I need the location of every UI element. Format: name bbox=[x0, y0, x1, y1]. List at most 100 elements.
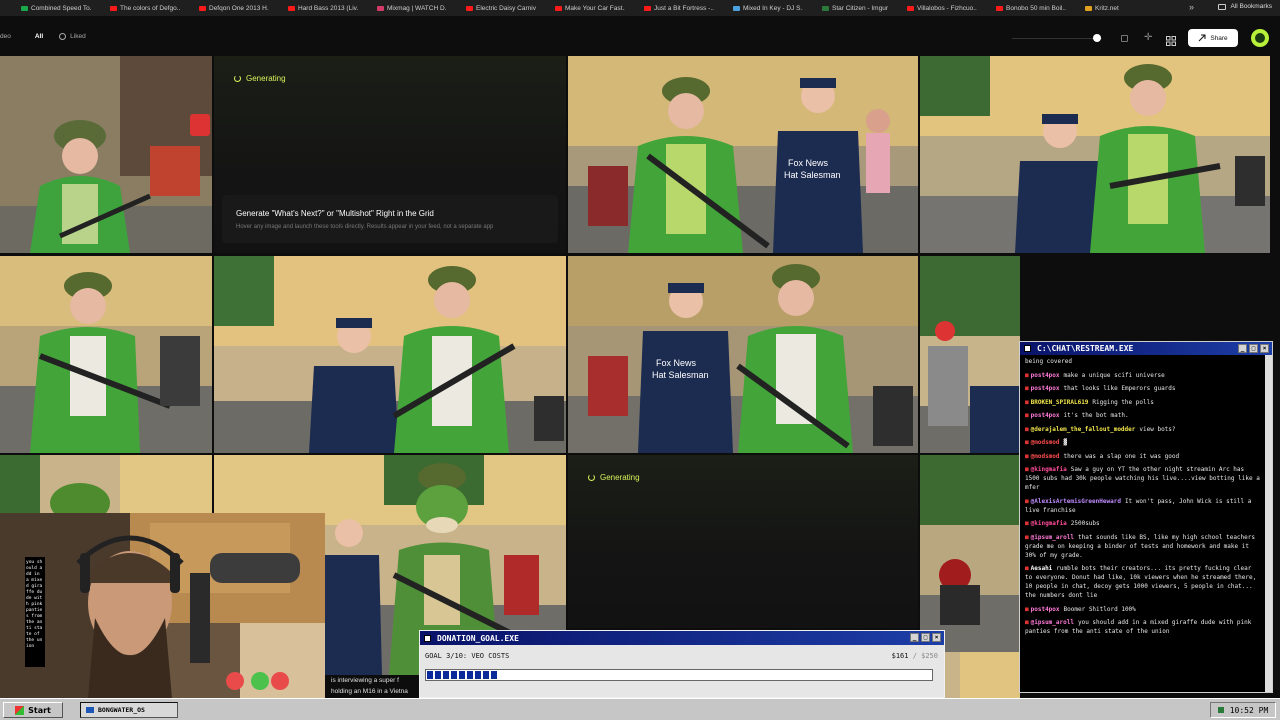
close-button[interactable]: × bbox=[1260, 344, 1269, 353]
tile-interview-2[interactable] bbox=[920, 56, 1270, 253]
tab-all[interactable]: All bbox=[35, 33, 43, 40]
tile-frog-face-1[interactable] bbox=[0, 455, 212, 513]
bookmark-label: Star Citizen - Imgur bbox=[832, 4, 888, 12]
generating-card-1[interactable]: Generating Generate "What's Next?" or "M… bbox=[214, 56, 566, 253]
bookmark-label: Defqon One 2013 H... bbox=[209, 4, 269, 12]
bookmark-favicon-icon bbox=[288, 5, 295, 11]
chat-username[interactable]: @modsmod bbox=[1031, 453, 1060, 460]
bookmark-item[interactable]: The colors of Defgo... bbox=[110, 5, 180, 12]
progress-block bbox=[451, 671, 457, 679]
tile-street-1[interactable] bbox=[920, 455, 1020, 652]
bookmark-label: Make Your Car Fast... bbox=[565, 4, 625, 12]
share-button[interactable]: Share bbox=[1188, 29, 1238, 47]
chat-message: ■ @ipsum_aroll that sounds like BS, like m… bbox=[1025, 533, 1262, 560]
chat-message: ■ post4pox Boomer Shitlord 100% bbox=[1025, 605, 1262, 614]
progress-block bbox=[435, 671, 441, 679]
chat-username[interactable]: @kingmafia bbox=[1031, 520, 1067, 527]
tile-image bbox=[0, 455, 212, 513]
bookmark-item[interactable]: Electric Daisy Carniv... bbox=[466, 5, 536, 12]
tile-interview-4[interactable]: Fox News Hat Salesman bbox=[568, 256, 918, 453]
chat-username[interactable]: post4pox bbox=[1031, 412, 1060, 419]
tile-frog-soldier-1[interactable] bbox=[0, 56, 212, 253]
window-titlebar[interactable]: C:\CHAT\RESTREAM.EXE _ □ × bbox=[1020, 342, 1272, 355]
bookmark-item[interactable]: Mixmag | WATCH D... bbox=[377, 5, 447, 12]
generating-card-2[interactable]: Generating bbox=[568, 455, 918, 628]
grid-view-icon[interactable] bbox=[1166, 33, 1176, 46]
tab-video[interactable]: deo bbox=[0, 33, 11, 40]
tile-image bbox=[920, 56, 1270, 253]
bookmark-item[interactable]: Bonobo 50 min Boil... bbox=[996, 5, 1066, 12]
chat-message: ■ @modsmod there was a slap one it was goo… bbox=[1025, 452, 1262, 461]
tray-icon bbox=[1217, 707, 1224, 713]
avatar[interactable] bbox=[1251, 29, 1269, 47]
all-bookmarks-button[interactable]: All Bookmarks bbox=[1218, 3, 1272, 10]
bookmarks-overflow-button[interactable]: » bbox=[1189, 2, 1194, 12]
chat-message: ■ @modsmod ▓ bbox=[1025, 438, 1262, 447]
close-button[interactable]: × bbox=[932, 633, 941, 642]
tile-image bbox=[214, 256, 566, 453]
minimize-button[interactable]: _ bbox=[910, 633, 919, 642]
bookmark-favicon-icon bbox=[644, 5, 651, 11]
chat-scrollbar[interactable] bbox=[1265, 355, 1272, 692]
zoom-slider[interactable] bbox=[1012, 38, 1102, 39]
layout-single-icon[interactable] bbox=[1121, 35, 1128, 42]
bookmark-item[interactable]: Mixed In Key - DJ S... bbox=[733, 5, 803, 12]
start-button[interactable]: Start bbox=[3, 702, 63, 718]
bookmark-item[interactable]: Hard Bass 2013 (Liv... bbox=[288, 5, 358, 12]
chat-bullet-icon: ■ bbox=[1025, 533, 1029, 541]
chat-username[interactable]: post4pox bbox=[1031, 385, 1060, 392]
chat-bullet-icon: ■ bbox=[1025, 452, 1029, 460]
chat-message: ■ post4pox it's the bot math. bbox=[1025, 411, 1262, 420]
bookmark-item[interactable]: Combined Speed To... bbox=[21, 5, 91, 12]
chat-username[interactable]: @kingmafia bbox=[1031, 466, 1067, 473]
progress-block bbox=[459, 671, 465, 679]
bookmark-item[interactable]: Defqon One 2013 H... bbox=[199, 5, 269, 12]
promo-card[interactable]: Generate "What's Next?" or "Multishot" R… bbox=[222, 195, 558, 243]
maximize-button[interactable]: □ bbox=[1249, 344, 1258, 353]
tile-interview-5[interactable] bbox=[920, 256, 1020, 453]
webcam-note: you should add in a mixed giraffe dude w… bbox=[25, 557, 45, 667]
spinner-icon bbox=[234, 75, 241, 82]
screen: Combined Speed To... The colors of Defgo.… bbox=[0, 0, 1280, 720]
bookmarks-bar: Combined Speed To... The colors of Defgo.… bbox=[0, 0, 1280, 16]
filter-tabs: deo All Liked bbox=[0, 33, 86, 40]
bookmark-label: Mixmag | WATCH D... bbox=[387, 4, 447, 12]
bookmark-item[interactable]: Kritz.net bbox=[1085, 5, 1119, 12]
bookmark-favicon-icon bbox=[822, 5, 829, 11]
tab-liked[interactable]: Liked bbox=[59, 33, 86, 40]
chat-text: view bots? bbox=[1139, 425, 1176, 433]
chat-username[interactable]: @derajalem_the_fallout_modder bbox=[1031, 426, 1136, 433]
chat-username[interactable]: @AlexisArtemisGreenHeward bbox=[1031, 498, 1121, 505]
chat-window[interactable]: C:\CHAT\RESTREAM.EXE _ □ × being covered… bbox=[1019, 341, 1273, 693]
crosshair-icon[interactable]: ✛ bbox=[1144, 33, 1154, 43]
chat-text: Boomer Shitlord 100% bbox=[1063, 605, 1136, 613]
chat-username[interactable]: @ipsum_aroll bbox=[1031, 534, 1074, 541]
tile-image bbox=[920, 455, 1020, 652]
chat-username[interactable]: @modsmod bbox=[1031, 439, 1060, 446]
window-titlebar[interactable]: DONATION_GOAL.EXE _ □ × bbox=[420, 631, 944, 645]
chat-bullet-icon: ■ bbox=[1025, 497, 1029, 505]
zoom-slider-handle[interactable] bbox=[1093, 34, 1101, 42]
taskbar-app-button[interactable]: BONGWATER_OS bbox=[80, 702, 178, 718]
bookmark-item[interactable]: Make Your Car Fast... bbox=[555, 5, 625, 12]
bookmark-item[interactable]: Villalobos - Fizhcuo... bbox=[907, 5, 977, 12]
generating-status: Generating bbox=[588, 473, 640, 482]
progress-block bbox=[443, 671, 449, 679]
chat-username[interactable]: BROKEN_SPIRAL619 bbox=[1031, 399, 1089, 406]
tile-interview-1[interactable]: Fox News Hat Salesman bbox=[568, 56, 918, 253]
chat-username[interactable]: @ipsum_aroll bbox=[1031, 619, 1074, 626]
donation-goal-window[interactable]: DONATION_GOAL.EXE _ □ × GOAL 3/10: VEO C… bbox=[419, 630, 945, 698]
tile-frog-soldier-2[interactable] bbox=[0, 256, 212, 453]
webcam-image bbox=[0, 513, 325, 698]
chat-username[interactable]: Aesahi bbox=[1031, 565, 1053, 572]
bookmark-label: Electric Daisy Carniv... bbox=[476, 4, 536, 12]
bookmark-item[interactable]: Star Citizen - Imgur bbox=[822, 5, 888, 12]
chat-username[interactable]: post4pox bbox=[1031, 372, 1060, 379]
maximize-button[interactable]: □ bbox=[921, 633, 930, 642]
bookmark-item[interactable]: Just a Bit Fortress -... bbox=[644, 5, 714, 12]
chat-text: rumble bots their creators... its pretty… bbox=[1025, 565, 1257, 599]
chat-username[interactable]: post4pox bbox=[1031, 606, 1060, 613]
minimize-button[interactable]: _ bbox=[1238, 344, 1247, 353]
system-clock: 10:52 PM bbox=[1210, 702, 1276, 718]
tile-interview-3[interactable] bbox=[214, 256, 566, 453]
